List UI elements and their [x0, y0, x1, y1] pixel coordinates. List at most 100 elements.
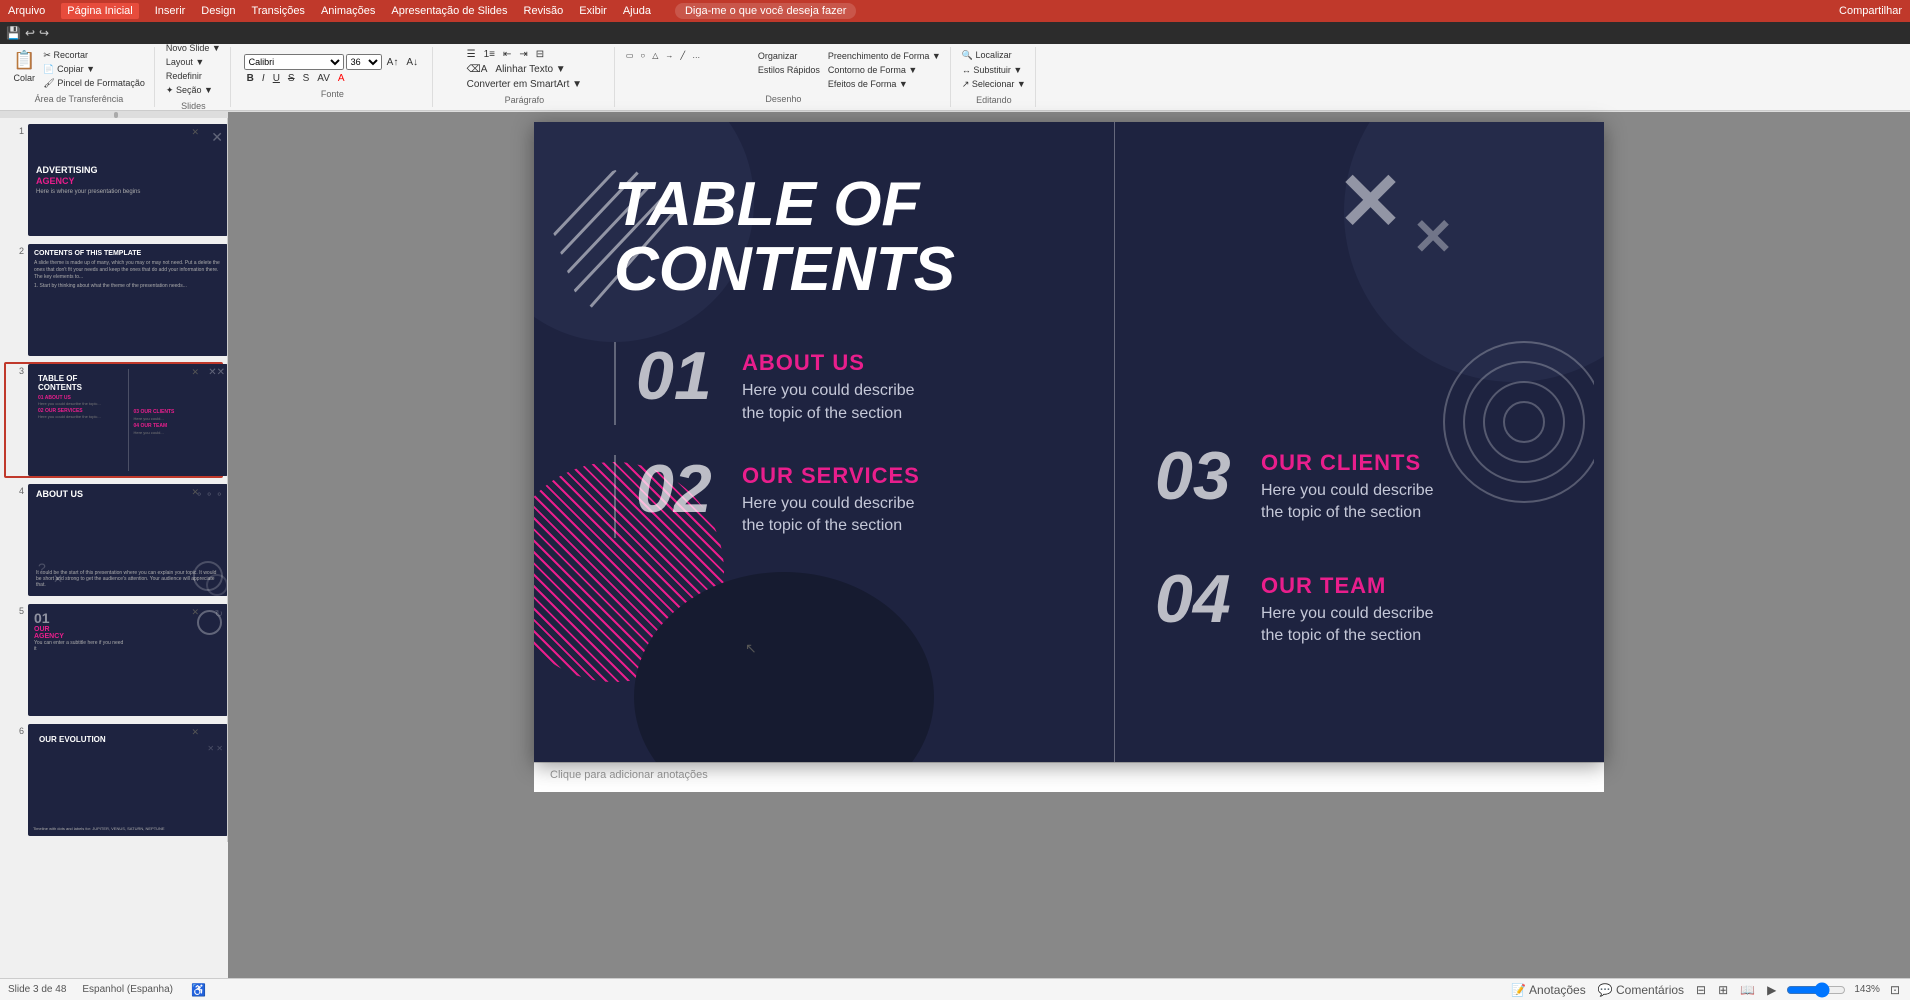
section-btn[interactable]: ✦ Seção ▼: [163, 84, 224, 97]
bullets-btn[interactable]: ☰: [464, 48, 479, 61]
status-bar: Slide 3 de 48 Espanhol (Espanha) ♿ 📝 Ano…: [0, 978, 1910, 1000]
left-column: TABLE OF CONTENTS 01 ABOUT US Here you c…: [534, 122, 1114, 762]
increase-indent-btn[interactable]: ⇥: [516, 48, 530, 61]
slide-thumb-3[interactable]: 3 TABLE OFCONTENTS 01 ABOUT US Here you …: [4, 362, 223, 478]
slide-1-close[interactable]: ✕: [191, 127, 199, 138]
accessibility-btn[interactable]: ♿: [189, 983, 208, 997]
fit-btn[interactable]: ⊡: [1888, 983, 1902, 997]
status-left: Slide 3 de 48 Espanhol (Espanha) ♿: [8, 983, 208, 997]
font-size-select[interactable]: 36: [346, 54, 382, 70]
menu-revisao[interactable]: Revisão: [524, 5, 564, 17]
shape-arrow-btn[interactable]: →: [662, 50, 676, 61]
quick-styles-btn[interactable]: Estilos Rápidos: [755, 64, 823, 76]
menu-apresentacao[interactable]: Apresentação de Slides: [391, 5, 507, 17]
normal-view-btn[interactable]: ⊟: [1694, 983, 1708, 997]
decrease-indent-btn[interactable]: ⇤: [500, 48, 514, 61]
paste-btn[interactable]: 📋 Colar: [10, 49, 38, 90]
quick-access-redo[interactable]: ↪: [39, 26, 49, 40]
shape-line-btn[interactable]: ╱: [677, 50, 688, 61]
fill-btn[interactable]: Preenchimento de Forma ▼: [825, 50, 944, 62]
slide-3-close[interactable]: ✕: [191, 367, 199, 378]
menu-arquivo[interactable]: Arquivo: [8, 5, 45, 17]
columns-btn[interactable]: ⊟: [533, 48, 547, 61]
menu-pagina-inicial[interactable]: Página Inicial: [61, 3, 138, 19]
numbering-btn[interactable]: 1≡: [481, 48, 498, 61]
toc-text-1: ABOUT US Here you could describe the top…: [742, 342, 915, 425]
effects-btn[interactable]: Efeitos de Forma ▼: [825, 78, 944, 90]
slide-4-close[interactable]: ✕: [191, 487, 199, 498]
menu-search[interactable]: Diga-me o que você deseja fazer: [675, 3, 856, 19]
font-color-btn[interactable]: A: [335, 72, 348, 85]
notes-toggle[interactable]: 📝 Anotações: [1509, 983, 1587, 997]
select-btn[interactable]: ↗ Selecionar ▼: [959, 78, 1029, 91]
slide-thumb-2[interactable]: 2 CONTENTS OF THIS TEMPLATE A slide them…: [4, 242, 223, 358]
slides-label: Slides: [181, 101, 206, 111]
shadow-btn[interactable]: S: [300, 72, 313, 85]
reset-btn[interactable]: Redefinir: [163, 70, 224, 82]
slide-num-1: 1: [6, 124, 24, 136]
replace-btn[interactable]: ↔ Substituir ▼: [959, 64, 1029, 76]
char-spacing-btn[interactable]: AV: [314, 72, 333, 85]
toc-label-2: OUR SERVICES: [742, 463, 920, 489]
shape-circle-btn[interactable]: ○: [637, 50, 648, 61]
underline-btn[interactable]: U: [270, 72, 283, 85]
bold-btn[interactable]: B: [244, 72, 257, 85]
text-direction-btn[interactable]: ⌫A: [464, 63, 491, 76]
format-painter-btn[interactable]: 🖌 Pincel de Formatação: [40, 77, 147, 90]
slide-3-preview: TABLE OFCONTENTS 01 ABOUT US Here you co…: [28, 364, 228, 476]
toc-desc-3: Here you could describe the topic of the…: [1261, 480, 1434, 525]
ribbon-group-font: Calibri 36 A↑ A↓ B I U S S AV A Fonte: [233, 47, 433, 107]
toc-number-1: 01: [636, 342, 726, 410]
slide-viewport[interactable]: ✕ ✕ TABLE OF CONTENTS: [534, 122, 1604, 762]
find-btn[interactable]: 🔍 Localizar: [959, 49, 1029, 62]
menu-transicoes[interactable]: Transições: [252, 5, 305, 17]
layout-btn[interactable]: Layout ▼: [163, 56, 224, 68]
right-column: 03 OUR CLIENTS Here you could describe t…: [1114, 122, 1604, 762]
reading-view-btn[interactable]: 📖: [1738, 983, 1757, 997]
toc-desc-2: Here you could describe the topic of the…: [742, 493, 920, 538]
slide-thumb-4[interactable]: 4 ABOUT US It could be the start of this…: [4, 482, 223, 598]
toc-item-3: 03 OUR CLIENTS Here you could describe t…: [1155, 442, 1544, 525]
arrange-btn[interactable]: Organizar: [755, 50, 823, 62]
toc-label-4: OUR TEAM: [1261, 573, 1434, 599]
italic-btn[interactable]: I: [259, 72, 268, 85]
menu-inserir[interactable]: Inserir: [155, 5, 186, 17]
decrease-font-btn[interactable]: A↓: [403, 56, 421, 69]
align-text-btn[interactable]: Alinhar Texto ▼: [492, 63, 568, 76]
cut-btn[interactable]: ✂ Recortar: [40, 49, 147, 62]
menu-design[interactable]: Design: [201, 5, 235, 17]
increase-font-btn[interactable]: A↑: [384, 56, 402, 69]
toc-label-1: ABOUT US: [742, 350, 915, 376]
copy-btn[interactable]: 📄 Copiar ▼: [40, 63, 147, 76]
slide-thumb-5[interactable]: 5 01 OURAGENCY You can enter a subtitle …: [4, 602, 223, 718]
quick-access-save[interactable]: 💾: [6, 26, 21, 40]
shape-rect-btn[interactable]: ▭: [623, 50, 637, 61]
shape-tri-btn[interactable]: △: [649, 50, 661, 61]
slide-thumb-1[interactable]: 1 ADVERTISINGAGENCY Here is where your p…: [4, 122, 223, 238]
outline-btn[interactable]: Contorno de Forma ▼: [825, 64, 944, 76]
app-body: 1 ADVERTISINGAGENCY Here is where your p…: [0, 112, 1910, 1000]
slideshow-btn[interactable]: ▶: [1765, 983, 1778, 997]
toc-desc-1: Here you could describe the topic of the…: [742, 380, 915, 425]
share-btn[interactable]: Compartilhar: [1839, 5, 1902, 17]
editing-label: Editando: [976, 95, 1012, 105]
slide-thumb-6[interactable]: 6 OUR EVOLUTION Timeline with dots and l…: [4, 722, 223, 838]
menu-animacoes[interactable]: Animações: [321, 5, 375, 17]
slide-num-4: 4: [6, 484, 24, 496]
quick-access-undo[interactable]: ↩: [25, 26, 35, 40]
smartart-btn[interactable]: Converter em SmartArt ▼: [464, 78, 585, 91]
menu-exibir[interactable]: Exibir: [579, 5, 607, 17]
comments-toggle[interactable]: 💬 Comentários: [1596, 983, 1686, 997]
slide-5-close[interactable]: ✕: [191, 607, 199, 618]
zoom-slider[interactable]: [1786, 984, 1846, 996]
new-slide-btn[interactable]: Novo Slide ▼: [163, 42, 224, 54]
menu-ajuda[interactable]: Ajuda: [623, 5, 651, 17]
slides-panel[interactable]: 1 ADVERTISINGAGENCY Here is where your p…: [0, 118, 228, 842]
notes-area[interactable]: Clique para adicionar anotações: [534, 762, 1604, 792]
font-family-select[interactable]: Calibri: [244, 54, 344, 70]
slide-sorter-btn[interactable]: ⊞: [1716, 983, 1730, 997]
ribbon-group-editing: 🔍 Localizar ↔ Substituir ▼ ↗ Selecionar …: [953, 47, 1036, 107]
shape-more-btn[interactable]: …: [689, 50, 703, 61]
strikethrough-btn[interactable]: S: [285, 72, 298, 85]
slide-6-close[interactable]: ✕: [191, 727, 199, 738]
